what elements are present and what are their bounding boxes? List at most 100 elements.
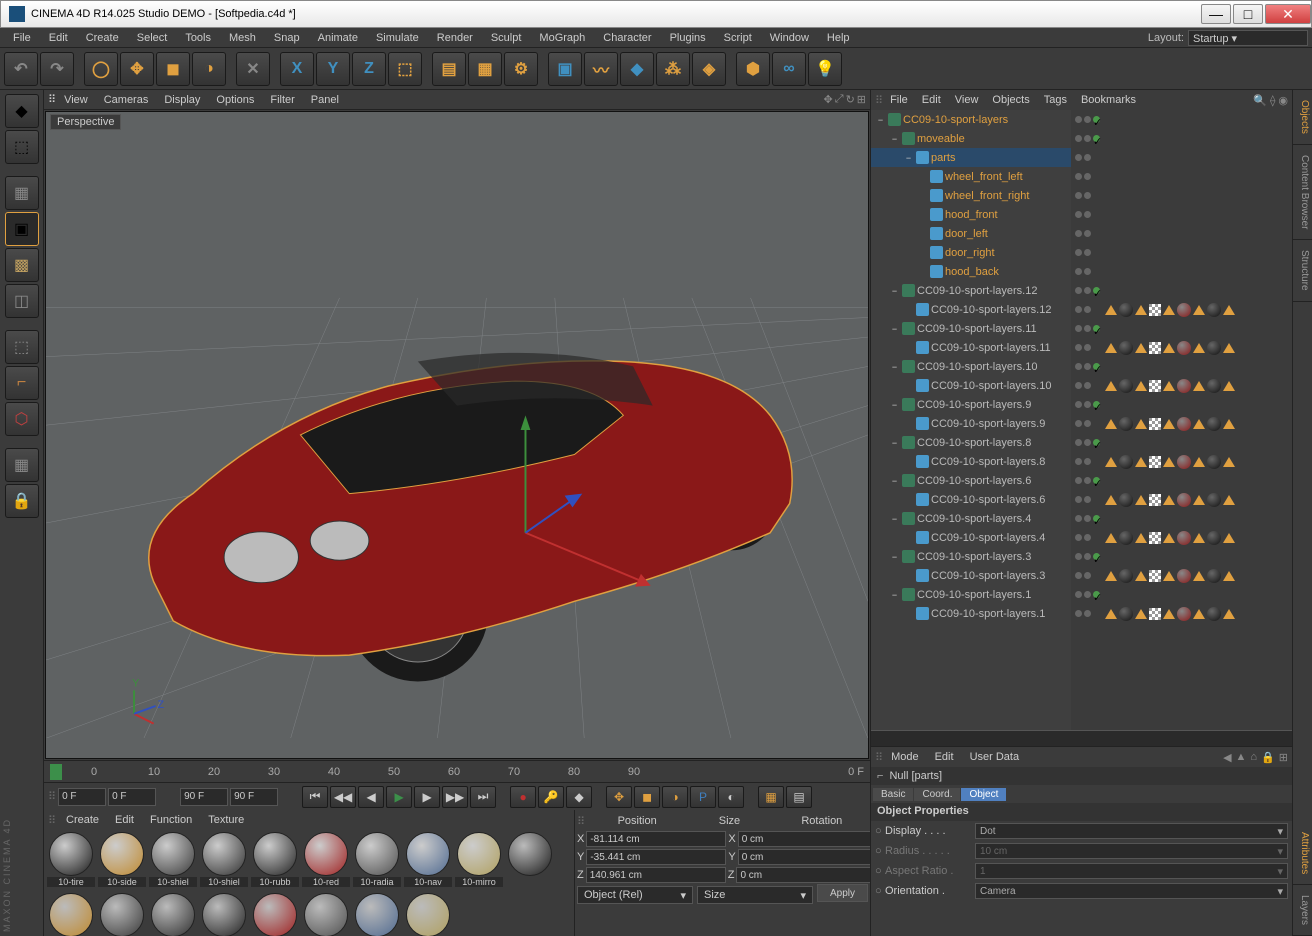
current-frame-field[interactable] <box>108 788 156 806</box>
autokey-button[interactable]: 🔑 <box>538 786 564 808</box>
tree-item[interactable]: CC09-10-sport-layers.10 <box>871 376 1071 395</box>
prev-frame-button[interactable]: ◀ <box>358 786 384 808</box>
render-settings-button[interactable]: ⚙ <box>504 52 538 86</box>
menu-render[interactable]: Render <box>428 32 482 44</box>
tree-item[interactable]: CC09-10-sport-layers.12 <box>871 300 1071 319</box>
redo-button[interactable]: ↷ <box>40 52 74 86</box>
material-item[interactable]: 10-side <box>97 832 147 892</box>
tree-item[interactable]: −CC09-10-sport-layers.8 <box>871 433 1071 452</box>
tree-item[interactable]: −CC09-10-sport-layers.1 <box>871 585 1071 604</box>
rotate-tool[interactable]: ◑ <box>192 52 226 86</box>
tree-item[interactable]: −CC09-10-sport-layers.12 <box>871 281 1071 300</box>
material-item[interactable] <box>403 893 453 936</box>
attr-tab-basic[interactable]: Basic <box>873 788 913 801</box>
next-frame-button[interactable]: ▶ <box>414 786 440 808</box>
menu-snap[interactable]: Snap <box>265 32 309 44</box>
vp-pan-icon[interactable]: ✥ <box>824 93 833 106</box>
attr-lock-icon[interactable]: 🔒 <box>1261 751 1275 764</box>
menu-file[interactable]: File <box>4 32 40 44</box>
vp-menu-cameras[interactable]: Cameras <box>96 94 157 106</box>
coord-space-dropdown[interactable]: Object (Rel)▾ <box>577 886 693 904</box>
obj-menu-objects[interactable]: Objects <box>985 94 1036 106</box>
tree-item[interactable]: CC09-10-sport-layers.8 <box>871 452 1071 471</box>
sidetab-content-browser[interactable]: Content Browser <box>1293 145 1312 240</box>
key-pos-button[interactable]: ✥ <box>606 786 632 808</box>
menu-character[interactable]: Character <box>594 32 660 44</box>
start-frame-field[interactable] <box>58 788 106 806</box>
object-tool[interactable]: ▣ <box>5 212 39 246</box>
material-item[interactable]: 10-nav <box>403 832 453 892</box>
light-button[interactable]: 💡 <box>808 52 842 86</box>
obj-menu-bookmarks[interactable]: Bookmarks <box>1074 94 1143 106</box>
end-frame-field-1[interactable] <box>180 788 228 806</box>
attr-prev-icon[interactable]: ◀ <box>1223 751 1231 764</box>
lock-z-button[interactable]: Z <box>352 52 386 86</box>
sound-button[interactable]: ▤ <box>786 786 812 808</box>
material-item[interactable] <box>250 893 300 936</box>
material-item[interactable]: 10-shiel <box>148 832 198 892</box>
tree-item[interactable]: wheel_front_left <box>871 167 1071 186</box>
move-tool[interactable]: ✥ <box>120 52 154 86</box>
workplane-tool[interactable]: ◫ <box>5 284 39 318</box>
attr-menu-mode[interactable]: Mode <box>883 751 927 763</box>
menu-help[interactable]: Help <box>818 32 859 44</box>
material-item[interactable] <box>199 893 249 936</box>
coord-size-dropdown[interactable]: Size▾ <box>697 886 813 904</box>
key-rot-button[interactable]: ◑ <box>662 786 688 808</box>
key-pla-button[interactable]: ◐ <box>718 786 744 808</box>
key-param-button[interactable]: P <box>690 786 716 808</box>
sidetab-objects[interactable]: Objects <box>1293 90 1312 145</box>
tree-item[interactable]: −CC09-10-sport-layers <box>871 110 1071 129</box>
render-view-button[interactable]: ▤ <box>432 52 466 86</box>
keyframe-sel-button[interactable]: ◆ <box>566 786 592 808</box>
tree-item[interactable]: hood_back <box>871 262 1071 281</box>
main-viewport[interactable]: Perspective <box>45 111 869 759</box>
vp-menu-panel[interactable]: Panel <box>303 94 347 106</box>
material-item[interactable]: 10-tire <box>46 832 96 892</box>
tree-item[interactable]: CC09-10-sport-layers.3 <box>871 566 1071 585</box>
material-item[interactable] <box>301 893 351 936</box>
tree-item[interactable]: CC09-10-sport-layers.11 <box>871 338 1071 357</box>
tree-item[interactable]: −CC09-10-sport-layers.11 <box>871 319 1071 338</box>
size-z-field[interactable] <box>736 867 876 883</box>
attr-menu-edit[interactable]: Edit <box>927 751 962 763</box>
obj-hscrollbar[interactable] <box>871 730 1292 746</box>
material-item[interactable]: 10-red <box>301 832 351 892</box>
vp-menu-options[interactable]: Options <box>208 94 262 106</box>
menu-animate[interactable]: Animate <box>309 32 367 44</box>
attr-up-icon[interactable]: ▲ <box>1236 751 1247 764</box>
vp-menu-display[interactable]: Display <box>156 94 208 106</box>
attr-value-field[interactable]: Dot▾ <box>975 823 1288 839</box>
attr-value-field[interactable]: 10 cm▾ <box>975 843 1288 859</box>
pos-z-field[interactable] <box>586 867 726 883</box>
polygon-tool[interactable]: ⬡ <box>5 402 39 436</box>
coord-system-button[interactable]: ⬚ <box>388 52 422 86</box>
camera-button[interactable]: ∞ <box>772 52 806 86</box>
point-tool[interactable]: ⬚ <box>5 330 39 364</box>
obj-menu-edit[interactable]: Edit <box>915 94 948 106</box>
tree-item[interactable]: CC09-10-sport-layers.1 <box>871 604 1071 623</box>
tool-1[interactable]: ⬚ <box>5 130 39 164</box>
key-scale-button[interactable]: ◼ <box>634 786 660 808</box>
render-region-button[interactable]: ▦ <box>468 52 502 86</box>
material-item[interactable]: 10-rubb <box>250 832 300 892</box>
make-editable-button[interactable]: ◆ <box>5 94 39 128</box>
attr-value-field[interactable]: Camera▾ <box>975 883 1288 899</box>
obj-menu-file[interactable]: File <box>883 94 915 106</box>
tree-item[interactable]: −parts <box>871 148 1071 167</box>
attr-home-icon[interactable]: ⌂ <box>1250 751 1257 764</box>
attr-tab-object[interactable]: Object <box>961 788 1006 801</box>
layout-dropdown[interactable]: Startup ▾ <box>1188 30 1308 46</box>
maximize-button[interactable]: □ <box>1233 4 1263 24</box>
vp-menu-view[interactable]: View <box>56 94 96 106</box>
material-item[interactable] <box>505 832 555 892</box>
obj-menu-tags[interactable]: Tags <box>1037 94 1074 106</box>
obj-filter-icon[interactable]: ⟠ <box>1270 94 1275 107</box>
play-button[interactable]: ▶ <box>386 786 412 808</box>
texture-tool[interactable]: ▩ <box>5 248 39 282</box>
lock-y-button[interactable]: Y <box>316 52 350 86</box>
tree-item[interactable]: CC09-10-sport-layers.9 <box>871 414 1071 433</box>
deformer-button[interactable]: ◈ <box>692 52 726 86</box>
tree-item[interactable]: −CC09-10-sport-layers.4 <box>871 509 1071 528</box>
film-button[interactable]: ▦ <box>758 786 784 808</box>
